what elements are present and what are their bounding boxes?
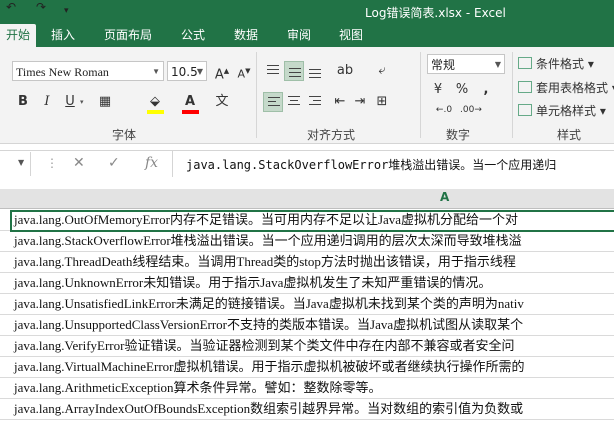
- window-title: Log错误简表.xlsx - Excel: [365, 6, 506, 20]
- redo-icon[interactable]: ↷: [36, 0, 46, 14]
- cell-text: java.lang.UnknownError未知错误。用于指示Java虚拟机发生…: [14, 275, 492, 290]
- conditional-formatting-label: 条件格式: [536, 57, 585, 71]
- cell-text: java.lang.VerifyError验证错误。当验证器检测到某个类文件中存…: [14, 338, 515, 353]
- number-group-label: 数字: [446, 128, 471, 142]
- decrease-indent-icon[interactable]: ⇤: [330, 92, 350, 112]
- cell-text: java.lang.ArrayIndexOutOfBoundsException…: [14, 401, 524, 416]
- chevron-down-icon[interactable]: ▾: [80, 98, 84, 106]
- table-row[interactable]: java.lang.UnsupportedClassVersionError不支…: [0, 315, 614, 336]
- cell-styles-button[interactable]: 单元格样式 ▾: [518, 102, 606, 119]
- table-icon: [518, 81, 532, 93]
- fill-color-swatch: [147, 110, 164, 114]
- chevron-down-icon: ▼: [152, 67, 160, 76]
- number-format-value: 常规: [431, 58, 456, 72]
- tab-view[interactable]: 视图: [339, 26, 363, 43]
- shrink-font-icon[interactable]: A▼: [234, 61, 254, 81]
- cell-text: java.lang.ArithmeticException算术条件异常。譬如：整…: [14, 380, 382, 395]
- percent-style-button[interactable]: %: [452, 80, 472, 100]
- font-name-value: Times New Roman: [16, 65, 109, 79]
- align-middle-icon[interactable]: [284, 61, 304, 81]
- cell-text: java.lang.OutOfMemoryError内存不足错误。当可用内存不足…: [14, 212, 519, 227]
- tab-page-layout[interactable]: 页面布局: [104, 26, 152, 43]
- formula-input[interactable]: java.lang.StackOverflowError堆栈溢出错误。当一个应用…: [186, 156, 556, 173]
- table-row[interactable]: java.lang.OutOfMemoryError内存不足错误。当可用内存不足…: [0, 210, 614, 231]
- tab-insert[interactable]: 插入: [51, 26, 75, 43]
- group-separator: [420, 52, 421, 138]
- phonetic-icon[interactable]: 文: [212, 92, 232, 112]
- title-bar: [0, 0, 614, 22]
- font-color-swatch: [182, 110, 199, 114]
- conditional-format-icon: [518, 57, 532, 69]
- cell-styles-icon: [518, 104, 532, 116]
- conditional-formatting-button[interactable]: 条件格式 ▾: [518, 55, 594, 72]
- format-as-table-label: 套用表格格式: [536, 81, 609, 95]
- tab-formulas[interactable]: 公式: [181, 26, 205, 43]
- grow-font-icon[interactable]: A▲: [212, 61, 232, 82]
- align-bottom-icon[interactable]: [305, 61, 325, 81]
- table-row[interactable]: java.lang.ArrayIndexOutOfBoundsException…: [0, 399, 614, 420]
- column-header-bar: [0, 189, 614, 209]
- alignment-group-label: 对齐方式: [307, 128, 356, 142]
- column-header-a[interactable]: A: [440, 190, 449, 204]
- cancel-icon[interactable]: ✕: [73, 155, 85, 171]
- number-format-select[interactable]: 常规 ▼: [427, 54, 505, 74]
- group-separator: [256, 52, 257, 138]
- spacer: [0, 178, 614, 189]
- font-size-value: 10.5: [171, 65, 198, 79]
- name-box[interactable]: [0, 152, 31, 176]
- cell-text: java.lang.StackOverflowError堆栈溢出错误。当一个应用…: [14, 233, 522, 248]
- chevron-down-icon: ▼: [494, 60, 501, 69]
- tab-review[interactable]: 审阅: [287, 26, 311, 43]
- table-row[interactable]: java.lang.StackOverflowError堆栈溢出错误。当一个应用…: [0, 231, 614, 252]
- bold-icon[interactable]: B: [13, 92, 33, 112]
- font-name-select[interactable]: Times New Roman ▼: [12, 61, 164, 81]
- customize-qat-icon[interactable]: ▾: [64, 6, 69, 16]
- font-group-label: 字体: [112, 128, 137, 142]
- decrease-decimal-icon[interactable]: .00→: [460, 100, 482, 120]
- table-row[interactable]: java.lang.VirtualMachineError虚拟机错误。用于指示虚…: [0, 357, 614, 378]
- cell-text: java.lang.ThreadDeath线程结束。当调用Thread类的sto…: [14, 254, 516, 269]
- comma-style-button[interactable]: ,: [476, 80, 496, 100]
- styles-group-label: 样式: [557, 128, 582, 142]
- borders-icon[interactable]: ▦: [95, 92, 115, 112]
- wrap-text-icon[interactable]: ⤶: [372, 61, 392, 81]
- font-size-select[interactable]: 10.5 ▼: [167, 61, 207, 81]
- table-row[interactable]: java.lang.ThreadDeath线程结束。当调用Thread类的sto…: [0, 252, 614, 273]
- tab-home[interactable]: 开始: [0, 24, 36, 47]
- group-separator: [512, 52, 513, 138]
- align-center-icon[interactable]: [284, 92, 304, 112]
- table-row[interactable]: java.lang.UnknownError未知错误。用于指示Java虚拟机发生…: [0, 273, 614, 294]
- fill-color-icon[interactable]: ⬙: [145, 92, 165, 112]
- align-right-icon[interactable]: [305, 92, 325, 112]
- tab-data[interactable]: 数据: [234, 26, 258, 43]
- underline-icon[interactable]: U: [60, 92, 80, 112]
- formula-separator: [172, 151, 173, 177]
- increase-indent-icon[interactable]: ⇥: [350, 92, 370, 112]
- font-color-icon[interactable]: A: [180, 92, 200, 112]
- accounting-format-icon[interactable]: ¥: [428, 80, 448, 100]
- cell-text: java.lang.UnsatisfiedLinkError未满足的链接错误。当…: [14, 296, 524, 311]
- chevron-down-icon: ▼: [196, 67, 203, 76]
- table-row[interactable]: java.lang.ArithmeticException算术条件异常。譬如：整…: [0, 378, 614, 399]
- align-top-icon[interactable]: [263, 61, 283, 81]
- format-as-table-button[interactable]: 套用表格格式 ▾: [518, 79, 614, 96]
- merge-center-icon[interactable]: ⊞: [372, 92, 392, 112]
- table-row[interactable]: java.lang.UnsatisfiedLinkError未满足的链接错误。当…: [0, 294, 614, 315]
- insert-function-icon[interactable]: fx: [145, 155, 158, 171]
- cell-text: java.lang.VirtualMachineError虚拟机错误。用于指示虚…: [14, 359, 525, 374]
- undo-icon[interactable]: ↶: [6, 0, 16, 14]
- italic-icon[interactable]: I: [37, 92, 57, 112]
- chevron-down-icon[interactable]: ▼: [18, 158, 24, 167]
- orientation-icon[interactable]: ab: [335, 61, 355, 81]
- table-row[interactable]: java.lang.VerifyError验证错误。当验证器检测到某个类文件中存…: [0, 336, 614, 357]
- formula-bar-dots-icon: ⋮: [46, 156, 58, 170]
- enter-icon[interactable]: ✓: [108, 155, 120, 171]
- increase-decimal-icon[interactable]: ←.0: [434, 100, 454, 120]
- cell-text: java.lang.UnsupportedClassVersionError不支…: [14, 317, 524, 332]
- align-left-icon[interactable]: [263, 92, 283, 112]
- cell-styles-label: 单元格样式: [536, 104, 597, 118]
